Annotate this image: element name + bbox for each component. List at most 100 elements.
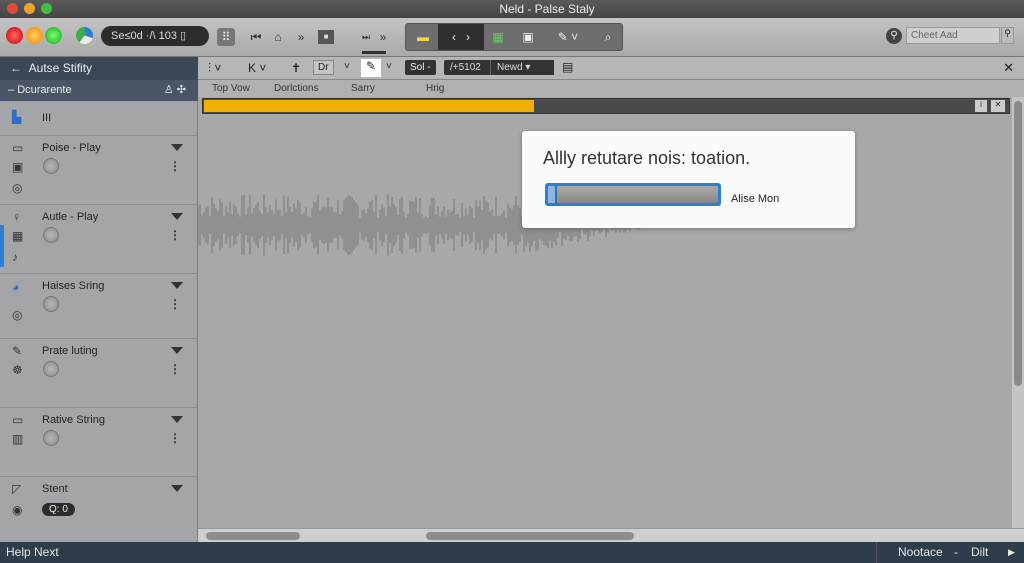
scroll-thumb[interactable]: [426, 532, 634, 540]
toggle-knob[interactable]: [43, 430, 59, 446]
tag-icon[interactable]: ⌂: [270, 25, 286, 49]
skip-icon[interactable]: ⏭: [358, 25, 374, 49]
scroll-thumb[interactable]: [1014, 101, 1022, 386]
sidebar-subheader[interactable]: – Dcurarente ♙ ✣: [0, 80, 198, 101]
key-icon[interactable]: ⚲: [886, 28, 902, 44]
grid-icon[interactable]: ⠿: [217, 28, 235, 46]
vertical-scrollbar[interactable]: [1012, 97, 1024, 528]
toggle-knob[interactable]: [43, 296, 59, 312]
time-display[interactable]: /+5102: [444, 60, 490, 75]
dropdown-icon[interactable]: [171, 416, 183, 423]
status-edit[interactable]: Dilt: [971, 542, 988, 563]
pause-button[interactable]: [26, 27, 43, 44]
tab-hrig[interactable]: Hrig: [426, 83, 444, 94]
more-icon[interactable]: ⋮: [169, 159, 181, 173]
chevron-right-icon[interactable]: ▶: [1008, 542, 1015, 563]
dropdown-icon[interactable]: [171, 213, 183, 220]
dropdown-icon[interactable]: [171, 347, 183, 354]
fast-forward-icon[interactable]: »: [292, 25, 310, 49]
align-icon[interactable]: ⫶ ˅: [208, 61, 221, 76]
sidebar: ← Autse Stifity – Dcurarente ♙ ✣ ▙ III ▭…: [0, 57, 198, 542]
zoom-icon[interactable]: ⌕: [594, 24, 622, 50]
search-input[interactable]: Cheet Aad: [906, 27, 1000, 44]
dropdown-icon[interactable]: [171, 485, 183, 492]
back-forward-nav[interactable]: ‹ ›: [438, 24, 484, 50]
scroll-thumb[interactable]: [206, 532, 300, 540]
mixer-icon: ▥: [12, 432, 24, 446]
help-next-link[interactable]: Help Next: [6, 542, 59, 563]
track-progress-fill: [204, 100, 535, 112]
toggle-knob[interactable]: [43, 158, 59, 174]
collapse-icon[interactable]: –: [8, 84, 14, 96]
user-pin-icons[interactable]: ♙ ✣: [164, 80, 186, 101]
spreadsheet-icon[interactable]: ▦: [484, 24, 512, 50]
top-label: III: [42, 112, 52, 124]
sel-dropdown[interactable]: Sol -: [405, 60, 436, 75]
brush-icon[interactable]: ✎ ˅: [544, 24, 592, 50]
progress-dialog: Allly retutare nois: toation. Alise Mon: [522, 131, 855, 228]
more-icon[interactable]: ⋮: [169, 431, 181, 445]
editor-toolbar: ⫶ ˅ K ˅ ✝ Dr ˅ ✎ ˅ Sol - /+5102 Newd ▾ ▤…: [198, 57, 1024, 80]
stop-icon[interactable]: ■: [318, 30, 334, 44]
sidebar-item-prate-luting[interactable]: ✎ ☸ Prate luting ⋮: [0, 339, 197, 408]
search-button[interactable]: ⚲: [1001, 27, 1014, 44]
progress-fill: [548, 186, 557, 203]
selected-indicator: [0, 225, 4, 267]
item-label: Poise - Play: [42, 142, 101, 154]
tab-sarry[interactable]: Sarry: [351, 83, 375, 94]
title-bar: Neld - Palse Staly: [0, 0, 1024, 18]
chevron-down-icon[interactable]: ˅: [386, 61, 392, 72]
note-icon[interactable]: ▬: [408, 24, 438, 50]
globe-icon: ◕: [12, 280, 20, 294]
chevron-down-icon[interactable]: ˅: [344, 61, 350, 72]
more-icon[interactable]: ⋮: [169, 297, 181, 311]
skip-back-icon[interactable]: ⏮: [248, 25, 264, 49]
keyboard-icon: ▭: [12, 413, 24, 427]
image-icon: ▭: [12, 141, 24, 155]
disc-icon: ◉: [12, 503, 23, 517]
more-icon[interactable]: ⋮: [169, 228, 181, 242]
toggle-knob[interactable]: [43, 227, 59, 243]
pin-icon[interactable]: ✝: [291, 61, 301, 75]
item-label: Haises Sring: [42, 280, 105, 292]
session-display[interactable]: Se≤0d ·/\ 103 ▯: [101, 26, 209, 46]
tab-directions[interactable]: Dorlctions: [274, 83, 318, 94]
clipboard-icon[interactable]: ▤: [562, 60, 573, 74]
grid-icon: ▦: [12, 229, 24, 243]
forward-icon[interactable]: »: [376, 25, 390, 49]
play-button[interactable]: [45, 27, 62, 44]
toggle-knob[interactable]: [43, 361, 59, 377]
status-badge[interactable]: Q: 0: [42, 503, 75, 516]
expand-icon[interactable]: ✕: [991, 100, 1005, 112]
sidebar-item-stent[interactable]: ◸ ◉ Stent Q: 0: [0, 477, 197, 541]
active-indicator: [362, 51, 386, 54]
sidebar-item-autle-play[interactable]: ♀ ▦ ♪ Autle - Play ⋮: [0, 205, 197, 274]
page-icon: ◸: [12, 482, 22, 496]
file-icon: ▙: [12, 110, 22, 124]
editor-tabs: Top Vow Dorlctions Sarry Hrig: [198, 80, 1024, 97]
cut-icon[interactable]: K ˅: [248, 61, 266, 75]
sidebar-item-poise-play[interactable]: ▭ ▣ ◎ Poise - Play ⋮: [0, 136, 197, 205]
back-arrow-icon[interactable]: ←: [10, 61, 22, 75]
more-icon[interactable]: ⋮: [169, 362, 181, 376]
info-icon[interactable]: i: [975, 100, 987, 112]
mode-dropdown[interactable]: Newd ▾: [490, 60, 554, 75]
dropdown-icon[interactable]: [171, 144, 183, 151]
tab-top-view[interactable]: Top Vow: [212, 83, 250, 94]
dropdown-icon[interactable]: [171, 282, 183, 289]
item-label: Rative String: [42, 414, 105, 426]
dial-icon: ◎: [12, 308, 23, 322]
record-button[interactable]: [6, 27, 23, 44]
divider: [876, 542, 877, 563]
timeline-track[interactable]: i ✕: [202, 98, 1010, 114]
status-notice[interactable]: Nootace: [898, 542, 943, 563]
sidebar-item-haises-sring[interactable]: ◕ ◎ Haises Sring ⋮: [0, 274, 197, 339]
drop-select[interactable]: Dr: [313, 60, 334, 75]
close-icon[interactable]: ✕: [1003, 60, 1014, 76]
sidebar-top-item[interactable]: ▙ III: [0, 101, 197, 136]
horizontal-scrollbar[interactable]: [198, 528, 1024, 542]
document-icon[interactable]: ▣: [514, 24, 542, 50]
sidebar-item-rative-string[interactable]: ▭ ▥ Rative String ⋮: [0, 408, 197, 477]
brush-tool-icon[interactable]: ✎: [361, 59, 381, 77]
main-toolbar: Se≤0d ·/\ 103 ▯ ⠿ ⏮ ⌂ » ■ ⏭ » ▬ ‹ › ▦ ▣ …: [0, 18, 1024, 57]
